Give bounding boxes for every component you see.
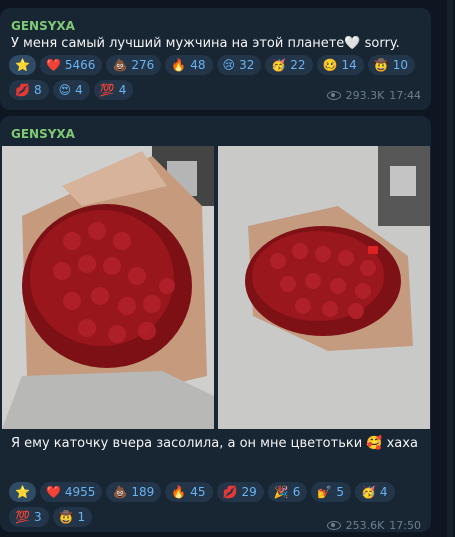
reaction-emoji-icon: 🥴 (322, 58, 338, 72)
reaction-chip[interactable]: 🤠 10 (367, 55, 416, 75)
reaction-emoji-icon: 💋 (15, 83, 30, 97)
reaction-emoji-icon: 🎉 (273, 485, 289, 499)
reaction-chip[interactable]: 💋 8 (9, 80, 49, 100)
reaction-chip[interactable]: 😍 4 (52, 80, 90, 100)
reaction-chip[interactable]: 😢 32 (216, 55, 262, 75)
reaction-chip[interactable]: 🎉 6 (267, 482, 308, 502)
reaction-emoji-icon: ❤️ (45, 485, 61, 499)
message-time: 17:50 (389, 519, 421, 532)
reaction-emoji-icon: ⭐ (15, 485, 30, 499)
reaction-count: 5466 (64, 58, 96, 72)
reaction-chip[interactable]: 🥳 22 (265, 55, 313, 75)
reaction-count: 5 (336, 485, 344, 499)
reaction-chip[interactable]: ❤️ 4955 (39, 482, 103, 502)
view-count: 293.3K (345, 89, 385, 102)
reaction-count: 45 (190, 485, 206, 499)
reaction-chip[interactable]: 💅 5 (311, 482, 351, 502)
reaction-chip[interactable]: 🔥 45 (165, 482, 213, 502)
reaction-chip[interactable]: ⭐ (9, 55, 36, 75)
reaction-chip[interactable]: 💩 276 (106, 55, 162, 75)
reaction-emoji-icon: ❤️ (45, 58, 61, 72)
photo-bouquet-1[interactable] (2, 146, 214, 429)
reaction-count: 4 (75, 83, 83, 97)
reaction-emoji-icon: 🔥 (171, 58, 187, 72)
reaction-chip[interactable]: 💯 4 (93, 80, 134, 100)
reactions-row: ⭐ ❤️ 5466 💩 276 🔥 48 😢 32 🥳 22 🥴 14 🤠 10 (9, 55, 423, 75)
reaction-chip[interactable]: ❤️ 5466 (39, 55, 103, 75)
reaction-count: 10 (392, 58, 409, 72)
eye-icon (326, 521, 341, 530)
message-text: У меня самый лучший мужчина на этой план… (11, 36, 400, 51)
reaction-count: 1 (77, 510, 86, 524)
reaction-count: 4 (379, 485, 388, 499)
reaction-chip[interactable]: 💩 189 (106, 482, 162, 502)
reaction-count: 3 (33, 510, 42, 524)
reaction-count: 14 (341, 58, 357, 72)
reaction-count: 32 (239, 58, 255, 72)
reaction-chip[interactable]: 💋 29 (216, 482, 264, 502)
reaction-chip[interactable]: 🔥 48 (165, 55, 213, 75)
message-text: Я ему каточку вчера засолила, а он мне ц… (11, 436, 418, 451)
message-meta: 293.3K 17:44 (326, 89, 421, 102)
scrollbar[interactable] (447, 0, 453, 537)
reaction-chip[interactable]: 🤠 1 (52, 507, 93, 527)
photo-bouquet-2[interactable] (218, 146, 430, 429)
view-count: 253.6K (345, 519, 385, 532)
reaction-count: 22 (290, 58, 306, 72)
reaction-count: 4 (118, 83, 127, 97)
reaction-emoji-icon: 🤠 (373, 58, 389, 72)
message-time: 17:44 (389, 89, 421, 102)
reaction-emoji-icon: 💅 (317, 485, 333, 499)
reaction-emoji-icon: 💯 (15, 510, 30, 524)
reaction-emoji-icon: 💩 (112, 485, 128, 499)
message-author[interactable]: GENSYXA (11, 127, 75, 141)
reaction-count: 29 (241, 485, 257, 499)
message-author[interactable]: GENSYXA (11, 19, 75, 33)
bouquet-image (218, 146, 430, 429)
reaction-count: 48 (190, 58, 206, 72)
reaction-chip[interactable]: ⭐ (9, 482, 36, 502)
reaction-chip[interactable]: 🥴 14 (316, 55, 364, 75)
reaction-chip[interactable]: 🥳 4 (354, 482, 395, 502)
reaction-emoji-icon: ⭐ (15, 58, 30, 72)
reaction-emoji-icon: 💩 (112, 58, 128, 72)
reactions-row: ⭐ ❤️ 4955 💩 189 🔥 45 💋 29 🎉 6 💅 5 🥳 4 (9, 482, 423, 502)
message-meta: 253.6K 17:50 (326, 519, 421, 532)
reaction-emoji-icon: 🥳 (271, 58, 287, 72)
reaction-emoji-icon: 😍 (58, 83, 72, 97)
reaction-emoji-icon: 🥳 (360, 485, 376, 499)
message-bubble-1[interactable]: GENSYXA У меня самый лучший мужчина на э… (0, 8, 431, 110)
reaction-chip[interactable]: 💯 3 (9, 507, 49, 527)
eye-icon (326, 91, 341, 100)
reaction-count: 189 (131, 485, 155, 499)
reaction-emoji-icon: 😢 (222, 58, 236, 72)
reaction-count: 276 (131, 58, 155, 72)
reaction-emoji-icon: 💋 (222, 485, 238, 499)
reaction-emoji-icon: 🤠 (58, 510, 74, 524)
reaction-count: 4955 (64, 485, 96, 499)
reaction-emoji-icon: 💯 (99, 83, 115, 97)
bouquet-image (2, 146, 214, 429)
reaction-count: 6 (292, 485, 301, 499)
reaction-emoji-icon: 🔥 (171, 485, 187, 499)
reaction-count: 8 (33, 83, 42, 97)
